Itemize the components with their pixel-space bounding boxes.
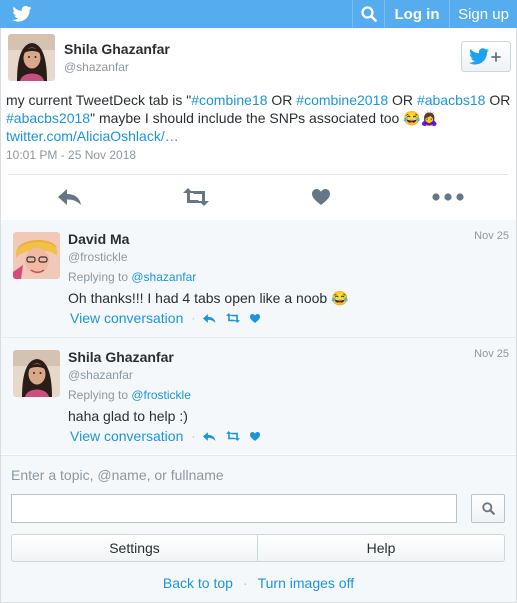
reply-text: Oh thanks!!! I had 4 tabs open like a no… xyxy=(68,290,349,306)
replying-to: Replying to @frostickle xyxy=(68,388,191,402)
help-button[interactable]: Help xyxy=(257,534,505,562)
settings-button[interactable]: Settings xyxy=(11,534,258,562)
reply-date[interactable]: Nov 25 xyxy=(474,230,509,242)
search-icon xyxy=(481,502,495,515)
twitter-bird-icon[interactable] xyxy=(12,6,32,22)
reply-footer: View conversation · xyxy=(70,428,270,444)
reply-text: haha glad to help :) xyxy=(68,408,188,424)
search-section: Enter a topic, @name, or fullname Settin… xyxy=(1,455,516,602)
tweet-timestamp[interactable]: 10:01 PM - 25 Nov 2018 xyxy=(6,148,136,162)
replying-to-prefix: Replying to xyxy=(68,270,132,284)
replying-to-link[interactable]: @frostickle xyxy=(131,388,191,402)
replying-to-link[interactable]: @shazanfar xyxy=(131,270,196,284)
top-bar: Log in Sign up xyxy=(0,0,517,28)
tweet-text-segment: " maybe I should include the SNPs associ… xyxy=(90,110,439,126)
view-conversation-link[interactable]: View conversation xyxy=(70,310,183,326)
reply-icon[interactable] xyxy=(58,187,82,207)
like-icon[interactable] xyxy=(250,313,261,323)
tweet-author-handle[interactable]: @shazanfar xyxy=(64,60,129,74)
replying-to: Replying to @shazanfar xyxy=(68,270,196,284)
replying-to-prefix: Replying to xyxy=(68,388,132,402)
hashtag-link[interactable]: #combine2018 xyxy=(296,92,388,108)
footer-links: Back to top · Turn images off xyxy=(1,575,516,591)
tweet-text-segment: OR xyxy=(485,92,511,108)
tweet-text-segment: OR xyxy=(388,92,417,108)
view-conversation-link[interactable]: View conversation xyxy=(70,428,183,444)
avatar[interactable] xyxy=(8,34,55,81)
turn-images-off-link[interactable]: Turn images off xyxy=(258,575,355,591)
like-icon[interactable] xyxy=(250,431,261,441)
follow-button[interactable] xyxy=(461,41,511,72)
login-button[interactable]: Log in xyxy=(385,0,449,28)
tweet-text: my current TweetDeck tab is "#combine18 … xyxy=(6,91,512,145)
like-icon[interactable] xyxy=(312,187,330,207)
tweet-action-bar xyxy=(8,174,508,220)
url-link[interactable]: twitter.com/AliciaOshlack/… xyxy=(6,128,179,144)
top-search-button[interactable] xyxy=(352,0,385,28)
separator-dot: · xyxy=(191,311,196,325)
follow-bird-plus-icon xyxy=(469,47,501,64)
hashtag-link[interactable]: #abacbs2018 xyxy=(6,110,90,126)
reply-author-name[interactable]: Shila Ghazanfar xyxy=(68,349,174,365)
separator-dot: · xyxy=(242,575,248,591)
hashtag-link[interactable]: #combine18 xyxy=(191,92,267,108)
reply-footer: View conversation · xyxy=(70,310,270,326)
more-icon[interactable] xyxy=(432,187,464,207)
replies-section: David Ma @frostickle Nov 25 Replying to … xyxy=(1,220,517,454)
reply-author-name[interactable]: David Ma xyxy=(68,231,129,247)
avatar[interactable] xyxy=(13,232,60,279)
tweet-author-name[interactable]: Shila Ghazanfar xyxy=(64,41,170,57)
separator-dot: · xyxy=(191,429,196,443)
search-input[interactable] xyxy=(11,494,457,523)
reply-date[interactable]: Nov 25 xyxy=(474,348,509,360)
tweet-text-segment: OR xyxy=(267,92,297,108)
reply-author-handle[interactable]: @shazanfar xyxy=(68,368,133,382)
search-label: Enter a topic, @name, or fullname xyxy=(11,467,224,483)
list-item: David Ma @frostickle Nov 25 Replying to … xyxy=(2,220,517,337)
search-submit-button[interactable] xyxy=(471,494,505,523)
list-item: Shila Ghazanfar @shazanfar Nov 25 Replyi… xyxy=(2,337,517,454)
back-to-top-link[interactable]: Back to top xyxy=(163,575,233,591)
reply-author-handle[interactable]: @frostickle xyxy=(68,250,128,264)
retweet-icon[interactable] xyxy=(226,431,241,441)
tweet-text-segment: my current TweetDeck tab is " xyxy=(6,92,192,108)
signup-button[interactable]: Sign up xyxy=(449,0,517,28)
reply-icon[interactable] xyxy=(203,431,216,441)
avatar[interactable] xyxy=(13,350,60,397)
reply-icon[interactable] xyxy=(203,313,216,323)
search-icon xyxy=(360,6,377,22)
hashtag-link[interactable]: #abacbs18 xyxy=(417,92,486,108)
retweet-icon[interactable] xyxy=(226,313,241,323)
retweet-icon[interactable] xyxy=(183,187,209,207)
